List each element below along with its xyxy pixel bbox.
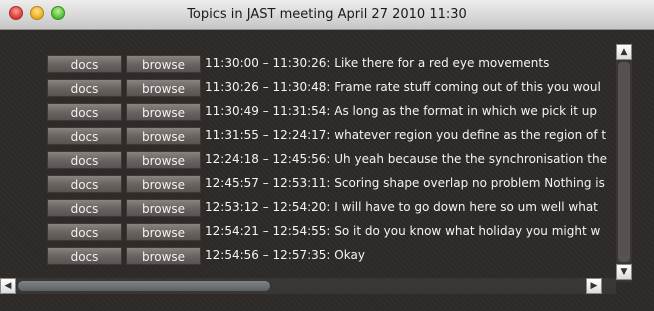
title-bar: Topics in JAST meeting April 27 2010 11:…	[0, 0, 654, 30]
topic-row: docs browse 12:54:56 – 12:57:35: Okay	[35, 246, 615, 266]
topics-panel: docs browse 11:30:00 – 11:30:26: Like th…	[0, 30, 654, 311]
docs-button[interactable]: docs	[47, 223, 122, 241]
scroll-right-icon[interactable]: ▶	[586, 278, 602, 294]
docs-button[interactable]: docs	[47, 247, 122, 265]
topic-row: docs browse 12:24:18 – 12:45:56: Uh yeah…	[35, 150, 615, 170]
docs-button[interactable]: docs	[47, 199, 122, 217]
browse-button[interactable]: browse	[126, 151, 201, 169]
browse-button[interactable]: browse	[126, 199, 201, 217]
docs-button[interactable]: docs	[47, 151, 122, 169]
app-window: Topics in JAST meeting April 27 2010 11:…	[0, 0, 654, 311]
docs-button[interactable]: docs	[47, 55, 122, 73]
horizontal-scrollbar[interactable]: ◀ ▶	[0, 278, 616, 294]
topic-row: docs browse 11:31:55 – 12:24:17: whateve…	[35, 126, 615, 146]
topic-row: docs browse 11:30:26 – 11:30:48: Frame r…	[35, 78, 615, 98]
topic-label: 11:30:49 – 11:31:54: As long as the form…	[205, 104, 597, 118]
topic-row: docs browse 12:53:12 – 12:54:20: I will …	[35, 198, 615, 218]
topic-row: docs browse 12:54:21 – 12:54:55: So it d…	[35, 222, 615, 242]
topic-label: 11:30:26 – 11:30:48: Frame rate stuff co…	[205, 80, 601, 94]
browse-button[interactable]: browse	[126, 247, 201, 265]
scroll-up-icon[interactable]: ▲	[616, 44, 632, 60]
docs-button[interactable]: docs	[47, 79, 122, 97]
topic-label: 12:24:18 – 12:45:56: Uh yeah because the…	[205, 152, 607, 166]
browse-button[interactable]: browse	[126, 55, 201, 73]
browse-button[interactable]: browse	[126, 103, 201, 121]
browse-button[interactable]: browse	[126, 223, 201, 241]
topic-list: docs browse 11:30:00 – 11:30:26: Like th…	[35, 54, 615, 280]
topic-row: docs browse 11:30:49 – 11:31:54: As long…	[35, 102, 615, 122]
topic-label: 12:54:21 – 12:54:55: So it do you know w…	[205, 224, 601, 238]
topic-label: 11:30:00 – 11:30:26: Like there for a re…	[205, 56, 550, 70]
topic-label: 12:54:56 – 12:57:35: Okay	[205, 248, 365, 262]
browse-button[interactable]: browse	[126, 79, 201, 97]
browse-button[interactable]: browse	[126, 175, 201, 193]
vertical-scroll-track[interactable]	[618, 62, 630, 262]
docs-button[interactable]: docs	[47, 175, 122, 193]
topic-label: 11:31:55 – 12:24:17: whatever region you…	[205, 128, 607, 142]
vertical-scrollbar[interactable]: ▲ ▼	[616, 44, 632, 282]
horizontal-scroll-thumb[interactable]	[18, 281, 270, 291]
topic-label: 12:45:57 – 12:53:11: Scoring shape overl…	[205, 176, 605, 190]
topic-label: 12:53:12 – 12:54:20: I will have to go d…	[205, 200, 598, 214]
scroll-left-icon[interactable]: ◀	[0, 278, 16, 294]
topic-row: docs browse 12:45:57 – 12:53:11: Scoring…	[35, 174, 615, 194]
scroll-down-icon[interactable]: ▼	[616, 264, 632, 280]
browse-button[interactable]: browse	[126, 127, 201, 145]
docs-button[interactable]: docs	[47, 103, 122, 121]
topic-row: docs browse 11:30:00 – 11:30:26: Like th…	[35, 54, 615, 74]
window-title: Topics in JAST meeting April 27 2010 11:…	[187, 7, 467, 22]
docs-button[interactable]: docs	[47, 127, 122, 145]
